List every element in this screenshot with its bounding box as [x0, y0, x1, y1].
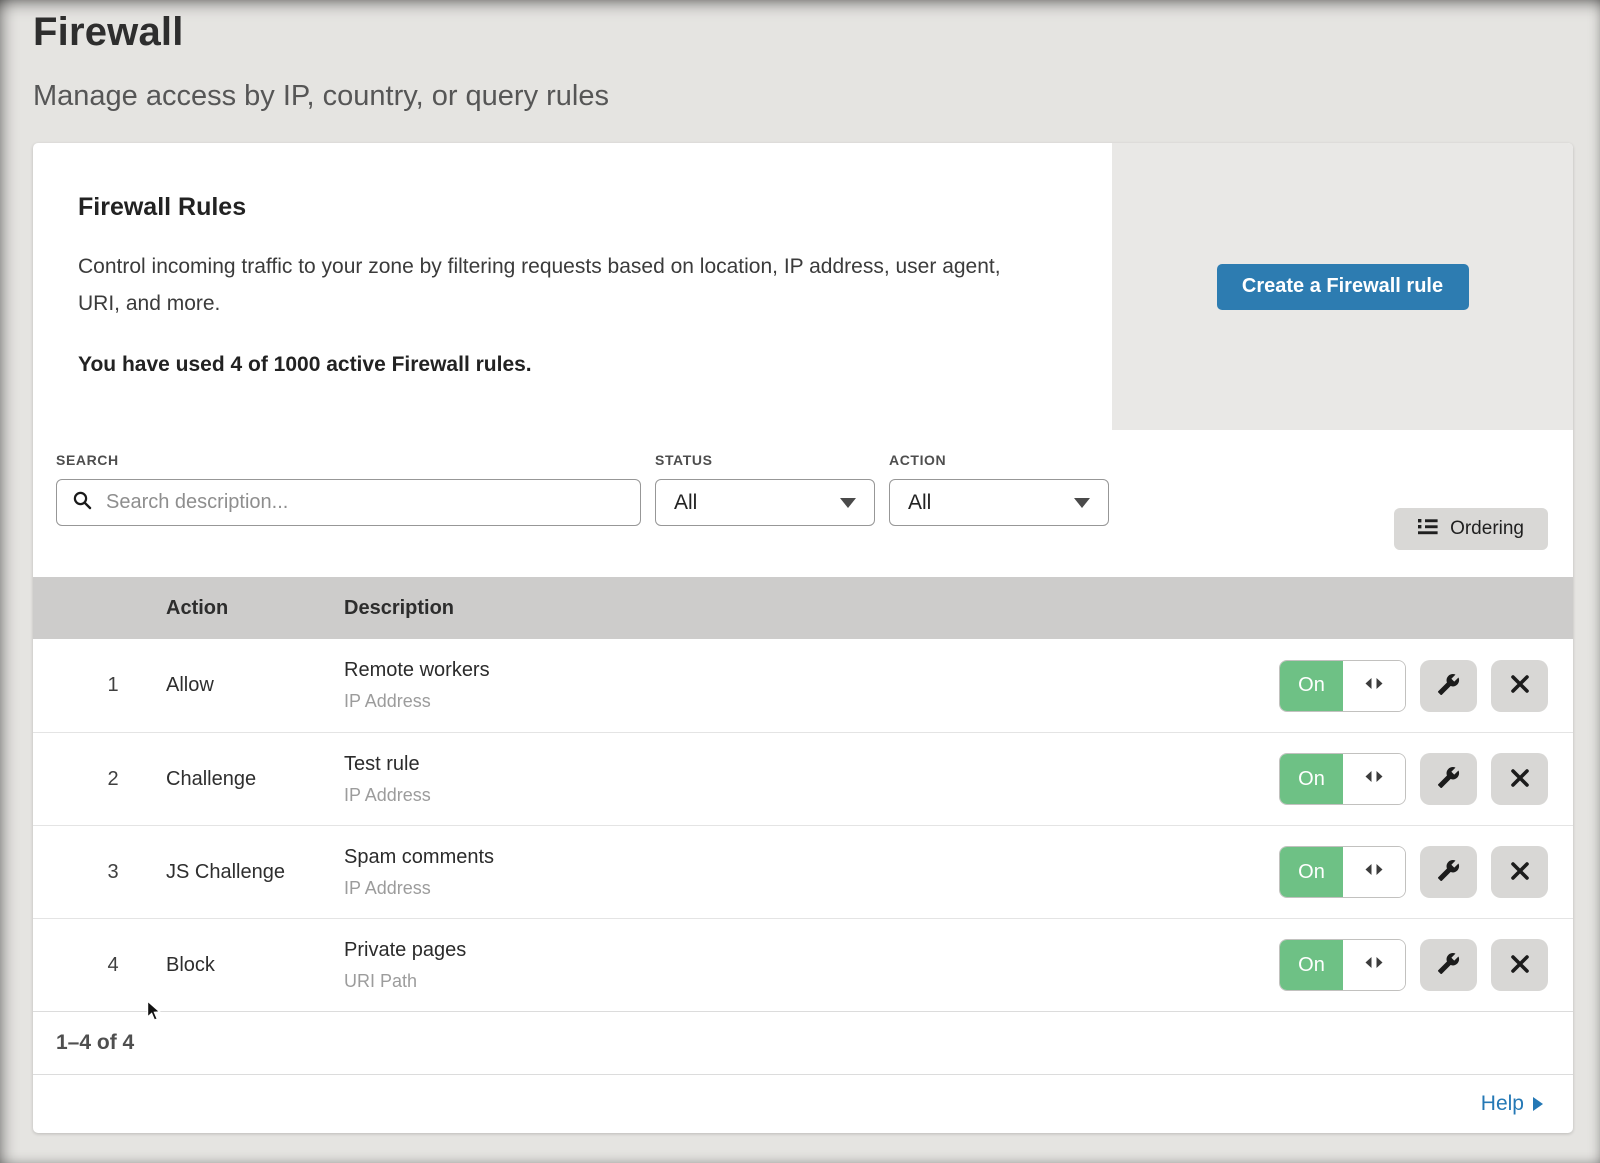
rule-controls: On — [1279, 753, 1573, 805]
status-select[interactable]: All — [655, 479, 875, 526]
usage-summary: You have used 4 of 1000 active Firewall … — [78, 353, 1112, 377]
x-icon — [1509, 953, 1531, 978]
chevron-right-icon — [1533, 1097, 1543, 1111]
firewall-rule-row: 4 Block Private pages URI Path On — [33, 918, 1573, 1011]
edit-rule-button[interactable] — [1420, 660, 1477, 712]
rule-priority: 2 — [33, 768, 166, 791]
filter-bar: SEARCH STATUS All ACTION All — [33, 430, 1573, 577]
rule-action: Challenge — [166, 768, 344, 791]
rule-action: Block — [166, 954, 344, 977]
overview-text: Firewall Rules Control incoming traffic … — [33, 143, 1112, 430]
rule-priority: 3 — [33, 861, 166, 884]
description-column-header: Description — [344, 597, 1573, 620]
rule-enabled-toggle[interactable]: On — [1279, 753, 1406, 805]
toggle-on-label[interactable]: On — [1280, 847, 1343, 897]
ordered-list-icon — [1418, 518, 1438, 541]
firewall-rule-row: 2 Challenge Test rule IP Address On — [33, 732, 1573, 825]
page-title: Firewall — [33, 10, 1600, 55]
status-label: STATUS — [655, 452, 875, 468]
search-input[interactable] — [104, 490, 626, 515]
action-column-header: Action — [166, 597, 344, 620]
page-header: Firewall Manage access by IP, country, o… — [0, 0, 1600, 113]
rule-enabled-toggle[interactable]: On — [1279, 939, 1406, 991]
rule-match-type: IP Address — [344, 878, 1279, 899]
toggle-drag-handle[interactable] — [1343, 847, 1405, 897]
rule-enabled-toggle[interactable]: On — [1279, 660, 1406, 712]
left-right-arrows-icon — [1363, 956, 1385, 974]
help-bar: Help — [33, 1074, 1573, 1132]
overview-heading: Firewall Rules — [78, 193, 1112, 222]
help-link[interactable]: Help — [1481, 1092, 1543, 1116]
search-field-group: SEARCH — [56, 452, 641, 526]
create-rule-panel: Create a Firewall rule — [1112, 143, 1573, 430]
firewall-rule-row: 1 Allow Remote workers IP Address On — [33, 639, 1573, 732]
rule-description-cell: Test rule IP Address — [344, 753, 1279, 806]
search-input-container — [56, 479, 641, 526]
rule-description: Test rule — [344, 753, 1279, 776]
status-field-group: STATUS All — [655, 452, 875, 526]
rule-match-type: URI Path — [344, 971, 1279, 992]
x-icon — [1509, 673, 1531, 698]
rule-controls: On — [1279, 846, 1573, 898]
toggle-on-label[interactable]: On — [1280, 661, 1343, 711]
wrench-icon — [1437, 952, 1460, 978]
page-subtitle: Manage access by IP, country, or query r… — [33, 80, 1600, 113]
x-icon — [1509, 860, 1531, 885]
left-right-arrows-icon — [1363, 677, 1385, 695]
rule-action: Allow — [166, 674, 344, 697]
action-label: ACTION — [889, 452, 1109, 468]
delete-rule-button[interactable] — [1491, 939, 1548, 991]
left-right-arrows-icon — [1363, 770, 1385, 788]
firewall-rules-card: Firewall Rules Control incoming traffic … — [33, 143, 1573, 1133]
overview-section: Firewall Rules Control incoming traffic … — [33, 143, 1573, 430]
overview-description: Control incoming traffic to your zone by… — [78, 248, 1028, 322]
rule-controls: On — [1279, 939, 1573, 991]
edit-rule-button[interactable] — [1420, 753, 1477, 805]
rules-list: 1 Allow Remote workers IP Address On — [33, 639, 1573, 1011]
create-firewall-rule-button[interactable]: Create a Firewall rule — [1217, 264, 1469, 310]
delete-rule-button[interactable] — [1491, 846, 1548, 898]
rule-controls: On — [1279, 660, 1573, 712]
delete-rule-button[interactable] — [1491, 660, 1548, 712]
wrench-icon — [1437, 673, 1460, 699]
rule-match-type: IP Address — [344, 785, 1279, 806]
help-link-label: Help — [1481, 1092, 1524, 1116]
rule-action: JS Challenge — [166, 861, 344, 884]
pagination-status: 1–4 of 4 — [33, 1011, 1573, 1074]
toggle-drag-handle[interactable] — [1343, 661, 1405, 711]
toggle-drag-handle[interactable] — [1343, 754, 1405, 804]
wrench-icon — [1437, 766, 1460, 792]
rule-description: Private pages — [344, 939, 1279, 962]
toggle-on-label[interactable]: On — [1280, 940, 1343, 990]
left-right-arrows-icon — [1363, 863, 1385, 881]
edit-rule-button[interactable] — [1420, 939, 1477, 991]
rule-priority: 4 — [33, 954, 166, 977]
chevron-down-icon — [1074, 498, 1090, 508]
chevron-down-icon — [840, 498, 856, 508]
delete-rule-button[interactable] — [1491, 753, 1548, 805]
rule-description: Remote workers — [344, 659, 1279, 682]
firewall-rule-row: 3 JS Challenge Spam comments IP Address … — [33, 825, 1573, 918]
action-field-group: ACTION All — [889, 452, 1109, 526]
x-icon — [1509, 767, 1531, 792]
status-select-value: All — [674, 491, 697, 515]
ordering-button[interactable]: Ordering — [1394, 508, 1548, 550]
table-header: Action Description — [33, 577, 1573, 639]
action-select-value: All — [908, 491, 931, 515]
rule-enabled-toggle[interactable]: On — [1279, 846, 1406, 898]
search-label: SEARCH — [56, 452, 641, 468]
search-icon — [73, 491, 92, 515]
toggle-on-label[interactable]: On — [1280, 754, 1343, 804]
rule-description: Spam comments — [344, 846, 1279, 869]
edit-rule-button[interactable] — [1420, 846, 1477, 898]
rule-description-cell: Spam comments IP Address — [344, 846, 1279, 899]
action-select[interactable]: All — [889, 479, 1109, 526]
rule-priority: 1 — [33, 674, 166, 697]
toggle-drag-handle[interactable] — [1343, 940, 1405, 990]
wrench-icon — [1437, 859, 1460, 885]
rule-match-type: IP Address — [344, 691, 1279, 712]
ordering-button-label: Ordering — [1450, 518, 1524, 540]
rule-description-cell: Private pages URI Path — [344, 939, 1279, 992]
rule-description-cell: Remote workers IP Address — [344, 659, 1279, 712]
